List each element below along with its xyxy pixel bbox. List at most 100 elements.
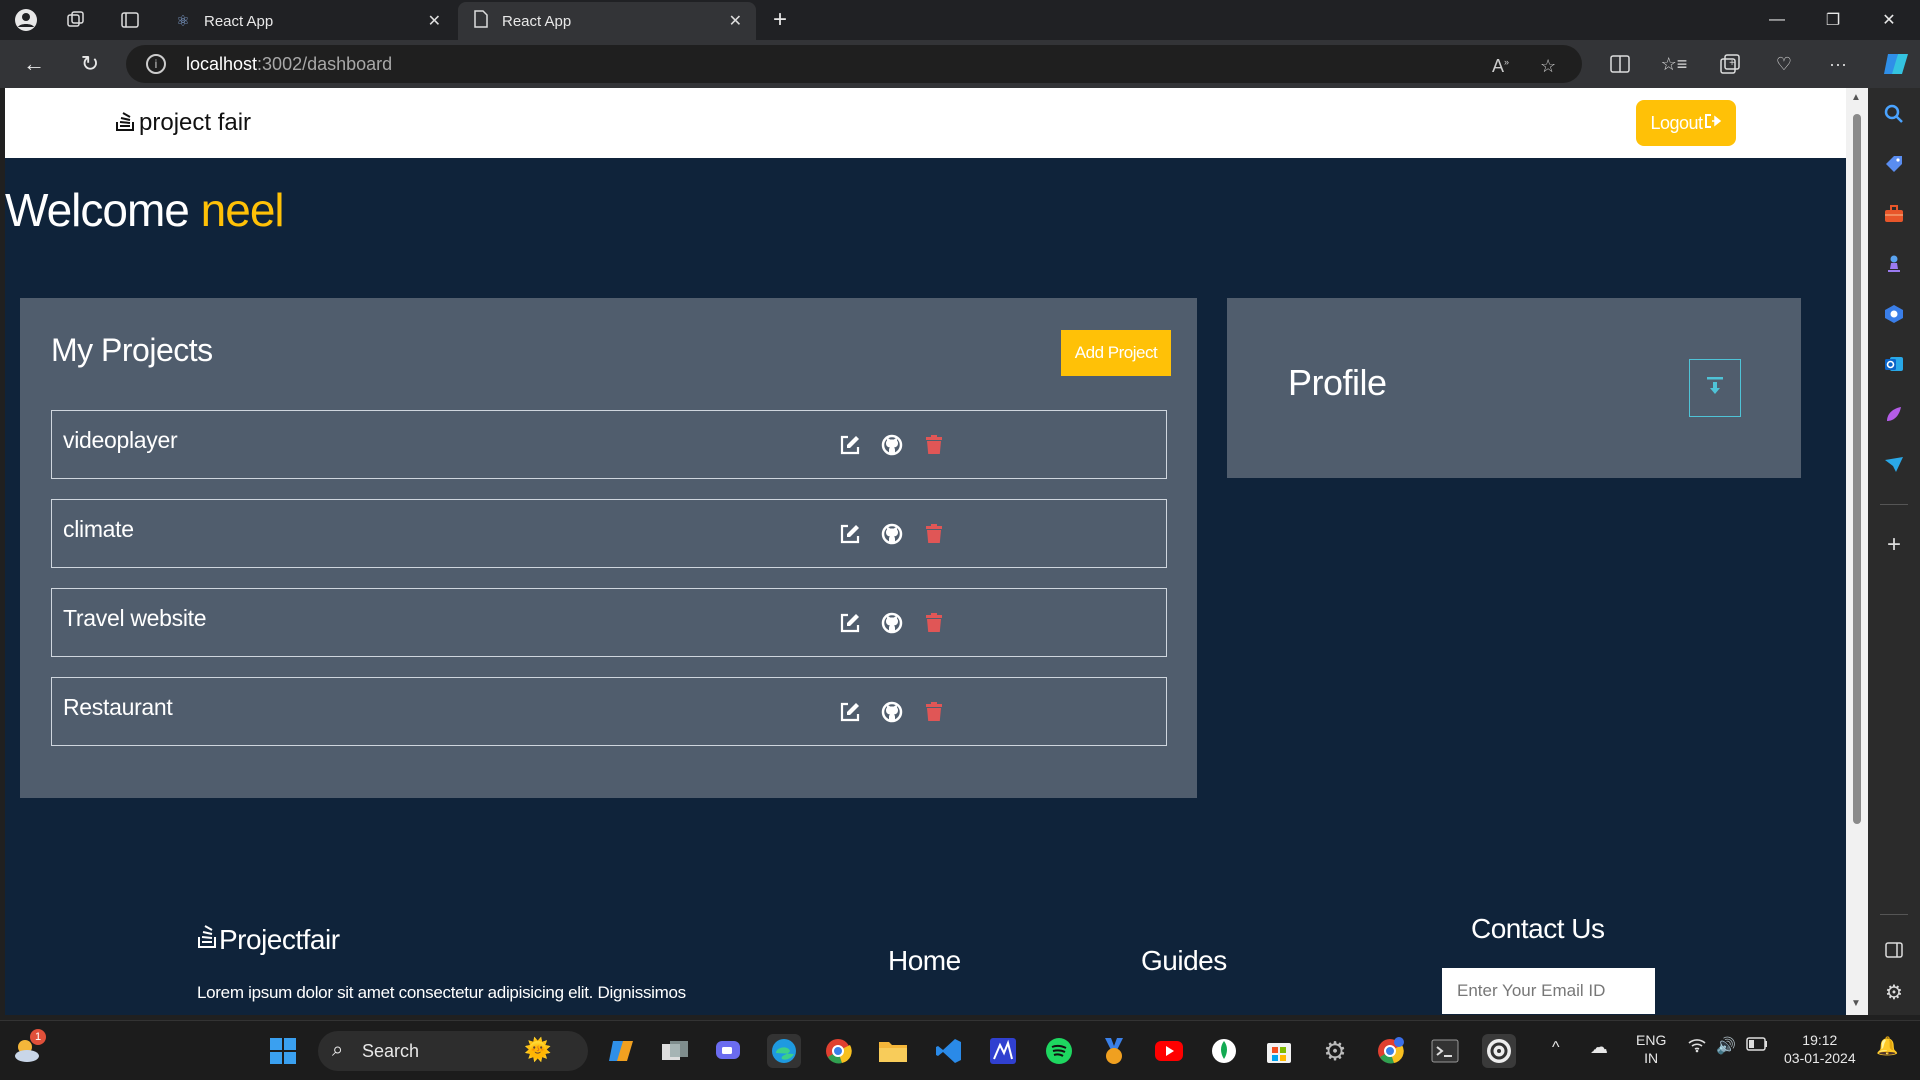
windows-taskbar: 1 ⌕ Search 🌞 ⚙ ^ ☁ ENG IN 🔊 19:12 03-01-… (0, 1020, 1920, 1080)
restore-icon[interactable]: ❐ (1810, 6, 1856, 34)
designer-icon[interactable] (1882, 402, 1906, 426)
footer-link-guides[interactable]: Guides (1141, 945, 1227, 977)
github-icon[interactable] (880, 700, 904, 724)
show-hidden-icons-chevron[interactable]: ^ (1552, 1039, 1560, 1057)
app-header: project fair Logout (5, 88, 1846, 158)
clock[interactable]: 19:12 03-01-2024 (1784, 1031, 1856, 1067)
delete-trash-icon[interactable] (922, 522, 946, 546)
address-bar[interactable]: i localhost:3002/dashboard A» ☆ (126, 45, 1582, 83)
settings-app-icon[interactable]: ⚙ (1318, 1034, 1352, 1068)
edge-taskbar-icon[interactable] (767, 1034, 801, 1068)
teams-chat-icon[interactable] (712, 1034, 746, 1068)
wifi-icon[interactable] (1688, 1037, 1706, 1058)
project-name: climate (63, 516, 134, 542)
vscode-icon[interactable] (932, 1034, 966, 1068)
edit-icon[interactable] (838, 433, 862, 457)
edit-icon[interactable] (838, 522, 862, 546)
delete-trash-icon[interactable] (922, 700, 946, 724)
delete-trash-icon[interactable] (922, 611, 946, 635)
logout-button[interactable]: Logout (1636, 100, 1736, 146)
favorites-icon[interactable]: ☆≡ (1660, 50, 1688, 78)
delete-trash-icon[interactable] (922, 433, 946, 457)
start-windows-icon[interactable] (266, 1034, 300, 1068)
split-screen-icon[interactable] (1606, 50, 1634, 78)
volume-icon[interactable]: 🔊 (1716, 1036, 1736, 1056)
add-project-button[interactable]: Add Project (1061, 330, 1171, 376)
close-tab-icon[interactable]: ✕ (428, 11, 441, 31)
copilot-taskbar-icon[interactable] (604, 1034, 638, 1068)
lang-top: ENG (1636, 1032, 1667, 1048)
scrollbar-thumb[interactable] (1853, 114, 1861, 824)
close-tab-icon[interactable]: ✕ (729, 11, 742, 31)
github-icon[interactable] (880, 433, 904, 457)
tab-actions-icon[interactable] (118, 8, 142, 32)
project-name: videoplayer (63, 427, 178, 453)
language-indicator[interactable]: ENG IN (1636, 1031, 1666, 1067)
close-window-icon[interactable]: ✕ (1866, 6, 1912, 34)
new-tab-icon[interactable]: + (768, 6, 792, 33)
tab-react-app-2[interactable]: React App ✕ (458, 2, 756, 40)
edge-sidebar: + ⚙ (1868, 88, 1920, 1015)
project-row: climate (51, 499, 1167, 568)
file-explorer-icon[interactable] (876, 1034, 910, 1068)
back-arrow-icon[interactable]: ← (20, 50, 48, 78)
add-sidebar-app-icon[interactable]: + (1882, 531, 1906, 558)
medal-app-icon[interactable] (1097, 1034, 1131, 1068)
mongodb-compass-icon[interactable] (1207, 1034, 1241, 1068)
outlook-icon[interactable] (1882, 352, 1906, 376)
microsoft-store-icon[interactable] (1262, 1034, 1296, 1068)
chrome-profile-icon[interactable] (1373, 1034, 1407, 1068)
notification-bell-icon[interactable]: 🔔 (1876, 1036, 1898, 1057)
shopping-tag-icon[interactable] (1882, 152, 1906, 176)
scroll-down-icon[interactable]: ▼ (1851, 998, 1861, 1009)
tab-label: React App (204, 12, 274, 30)
site-info-icon[interactable]: i (146, 54, 166, 74)
edit-icon[interactable] (838, 611, 862, 635)
taskbar-search[interactable]: ⌕ Search 🌞 (318, 1031, 588, 1071)
profile-avatar-icon[interactable] (14, 8, 38, 32)
task-view-icon[interactable] (658, 1034, 692, 1068)
favorite-star-icon[interactable]: ☆ (1540, 56, 1556, 77)
battery-icon[interactable] (1746, 1037, 1768, 1055)
profile-expand-button[interactable] (1689, 359, 1741, 417)
mathway-app-icon[interactable] (986, 1034, 1020, 1068)
spotify-icon[interactable] (1042, 1034, 1076, 1068)
settings-gear-icon[interactable]: ⚙ (1882, 980, 1906, 1004)
projects-title: My Projects (51, 332, 213, 368)
github-icon[interactable] (880, 522, 904, 546)
more-options-icon[interactable]: ··· (1824, 50, 1852, 78)
scroll-up-icon[interactable]: ▲ (1851, 92, 1861, 103)
chrome-icon[interactable] (821, 1034, 855, 1068)
page-scrollbar[interactable]: ▲ ▼ (1846, 88, 1868, 1015)
welcome-prefix: Welcome (5, 184, 190, 236)
email-input[interactable] (1442, 968, 1655, 1014)
collapse-arrow-icon (1706, 376, 1724, 401)
url-host: localhost (186, 53, 258, 74)
youtube-icon[interactable] (1152, 1034, 1186, 1068)
refresh-icon[interactable]: ↻ (76, 50, 104, 78)
footer-link-home[interactable]: Home (888, 945, 961, 977)
tools-briefcase-icon[interactable] (1882, 202, 1906, 226)
drop-send-icon[interactable] (1882, 452, 1906, 476)
copilot-icon[interactable] (1880, 50, 1912, 78)
edit-icon[interactable] (838, 700, 862, 724)
footer-description: Lorem ipsum dolor sit amet consectetur a… (197, 983, 686, 1002)
hide-sidebar-icon[interactable] (1882, 938, 1906, 962)
terminal-icon[interactable] (1428, 1034, 1462, 1068)
username: neel (200, 184, 285, 236)
read-aloud-icon[interactable]: A» (1492, 56, 1509, 77)
games-chess-icon[interactable] (1882, 252, 1906, 276)
github-icon[interactable] (880, 611, 904, 635)
onedrive-cloud-icon[interactable]: ☁ (1590, 1037, 1608, 1058)
workspaces-icon[interactable] (64, 8, 88, 32)
obs-recorder-icon[interactable] (1482, 1034, 1516, 1068)
profile-title: Profile (1288, 362, 1387, 403)
tab-react-app-1[interactable]: ⚛ React App ✕ (160, 2, 455, 40)
collections-icon[interactable]: + (1716, 50, 1744, 78)
copilot-sidebar-icon[interactable] (1882, 302, 1906, 326)
logout-icon (1704, 113, 1722, 134)
brand[interactable]: project fair (115, 108, 251, 138)
minimize-icon[interactable]: — (1754, 6, 1800, 34)
browser-essentials-icon[interactable]: ♡ (1770, 50, 1798, 78)
search-icon[interactable] (1882, 102, 1906, 126)
